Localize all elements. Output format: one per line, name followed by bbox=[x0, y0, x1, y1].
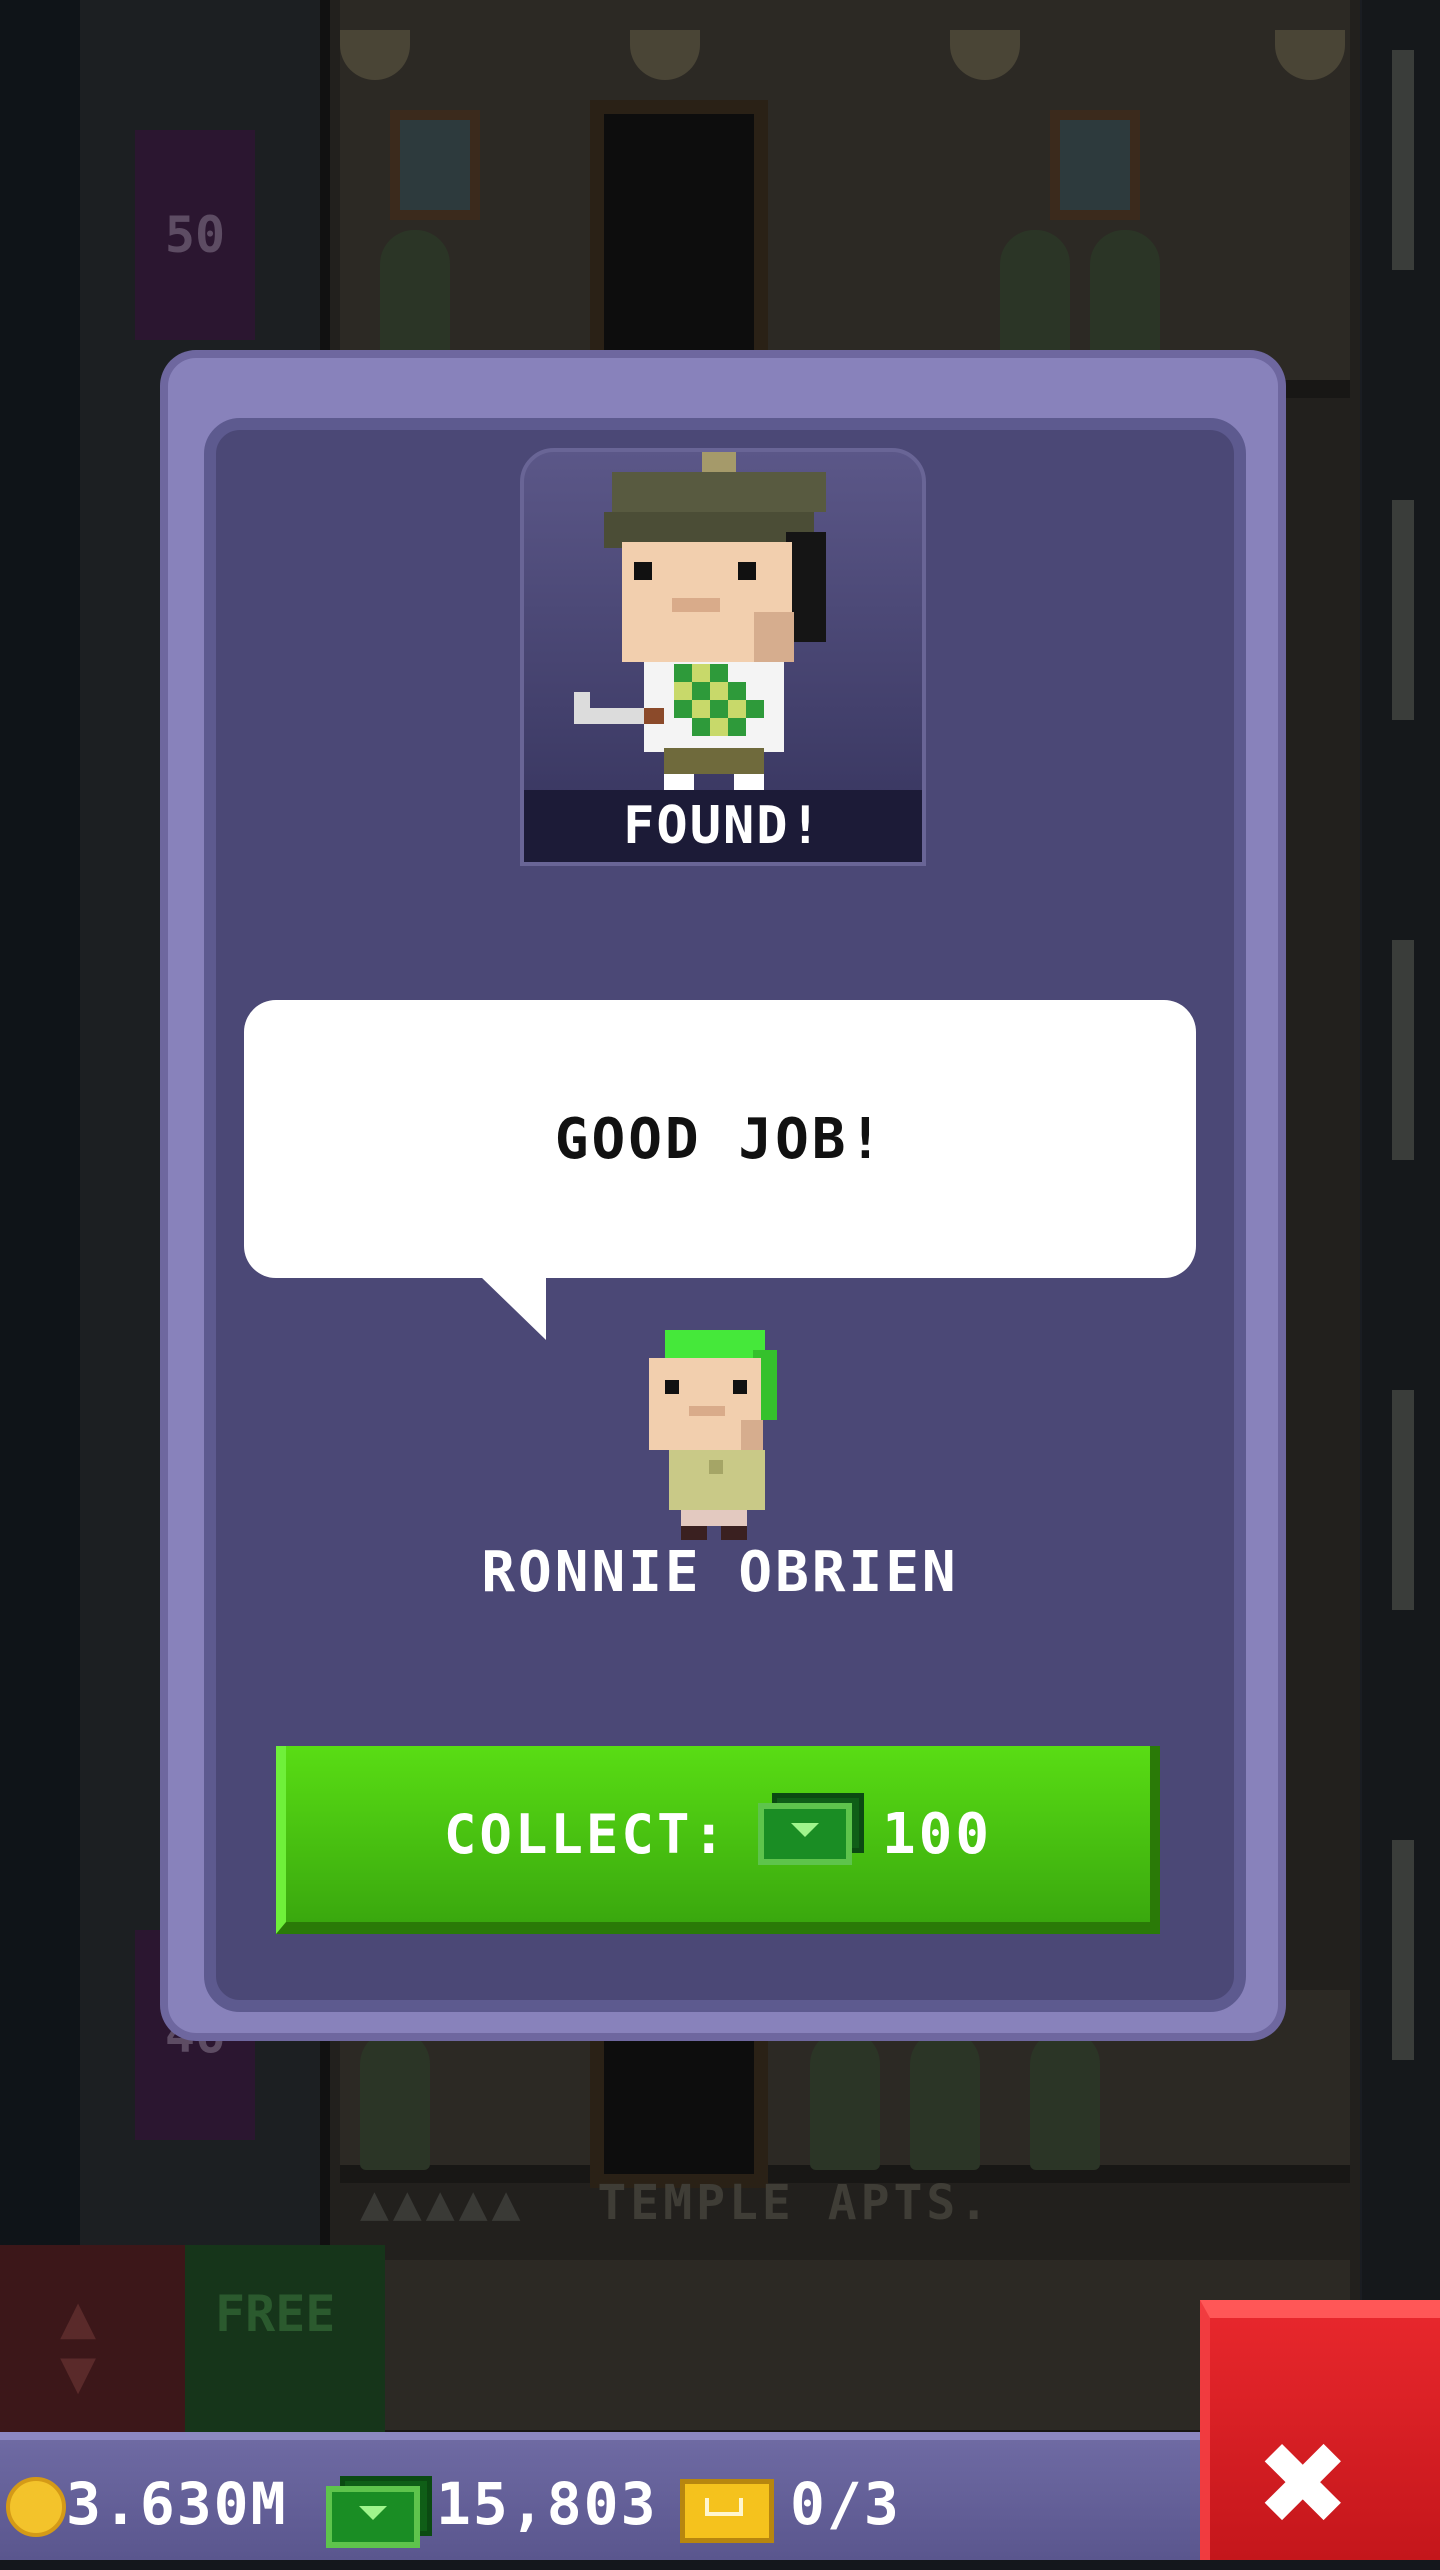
close-button[interactable]: ✖ bbox=[1200, 2300, 1440, 2560]
speech-bubble-tail bbox=[480, 1276, 546, 1340]
ceiling-lamp bbox=[950, 30, 1020, 80]
npc-avatar-icon bbox=[649, 1330, 777, 1540]
rail-segment bbox=[1392, 50, 1414, 270]
floor-number-upper: 50 bbox=[135, 130, 255, 340]
coin-icon bbox=[6, 2477, 66, 2537]
coin-balance: 3.630M bbox=[66, 2470, 288, 2538]
ticket-count: 0/3 bbox=[790, 2470, 901, 2538]
background-bitizen bbox=[1030, 2030, 1100, 2170]
ceiling-lamp bbox=[340, 30, 410, 80]
speech-bubble: GOOD JOB! bbox=[244, 1000, 1196, 1278]
found-label: FOUND! bbox=[524, 790, 922, 862]
bux-icon bbox=[326, 2476, 432, 2548]
tower-floor-bottom bbox=[340, 2260, 1350, 2448]
wall-picture bbox=[1050, 110, 1140, 220]
background-bitizen bbox=[1000, 230, 1070, 370]
bux-balance: 15,803 bbox=[436, 2470, 658, 2538]
apartment-stars: ▲▲▲▲▲ bbox=[360, 2175, 525, 2231]
tower-side-rail bbox=[1362, 0, 1440, 2440]
collect-button[interactable]: COLLECT: 100 bbox=[276, 1746, 1160, 1934]
rail-segment bbox=[1392, 1840, 1414, 2060]
collect-amount: 100 bbox=[881, 1801, 993, 1867]
background-bitizen bbox=[910, 2030, 980, 2170]
golfer-character-icon bbox=[574, 452, 826, 792]
background-bitizen bbox=[360, 2030, 430, 2170]
elevator-arrows-icon: ▲ ▼ bbox=[60, 2282, 97, 2407]
ceiling-lamp bbox=[630, 30, 700, 80]
golden-ticket-icon bbox=[680, 2479, 774, 2543]
found-character-portrait: FOUND! bbox=[520, 448, 926, 866]
background-bitizen bbox=[810, 2030, 880, 2170]
free-bux-button[interactable] bbox=[185, 2245, 385, 2445]
wall-picture bbox=[390, 110, 480, 220]
background-bitizen bbox=[1090, 230, 1160, 370]
npc-name: RONNIE OBRIEN bbox=[481, 1540, 959, 1605]
free-label: FREE bbox=[215, 2285, 336, 2343]
tower-floor-top bbox=[340, 0, 1350, 408]
elevator-shaft bbox=[0, 0, 80, 2440]
close-icon: ✖ bbox=[1260, 2396, 1351, 2570]
collect-label: COLLECT: bbox=[443, 1802, 728, 1866]
bux-icon bbox=[757, 1793, 864, 1865]
apartment-name: TEMPLE APTS. bbox=[597, 2175, 993, 2231]
rail-segment bbox=[1392, 500, 1414, 720]
background-bitizen bbox=[380, 230, 450, 370]
rail-segment bbox=[1392, 940, 1414, 1160]
ceiling-lamp bbox=[1275, 30, 1345, 80]
apartment-label: ▲▲▲▲▲ TEMPLE APTS. bbox=[350, 2175, 1340, 2255]
speech-text: GOOD JOB! bbox=[554, 1106, 886, 1172]
